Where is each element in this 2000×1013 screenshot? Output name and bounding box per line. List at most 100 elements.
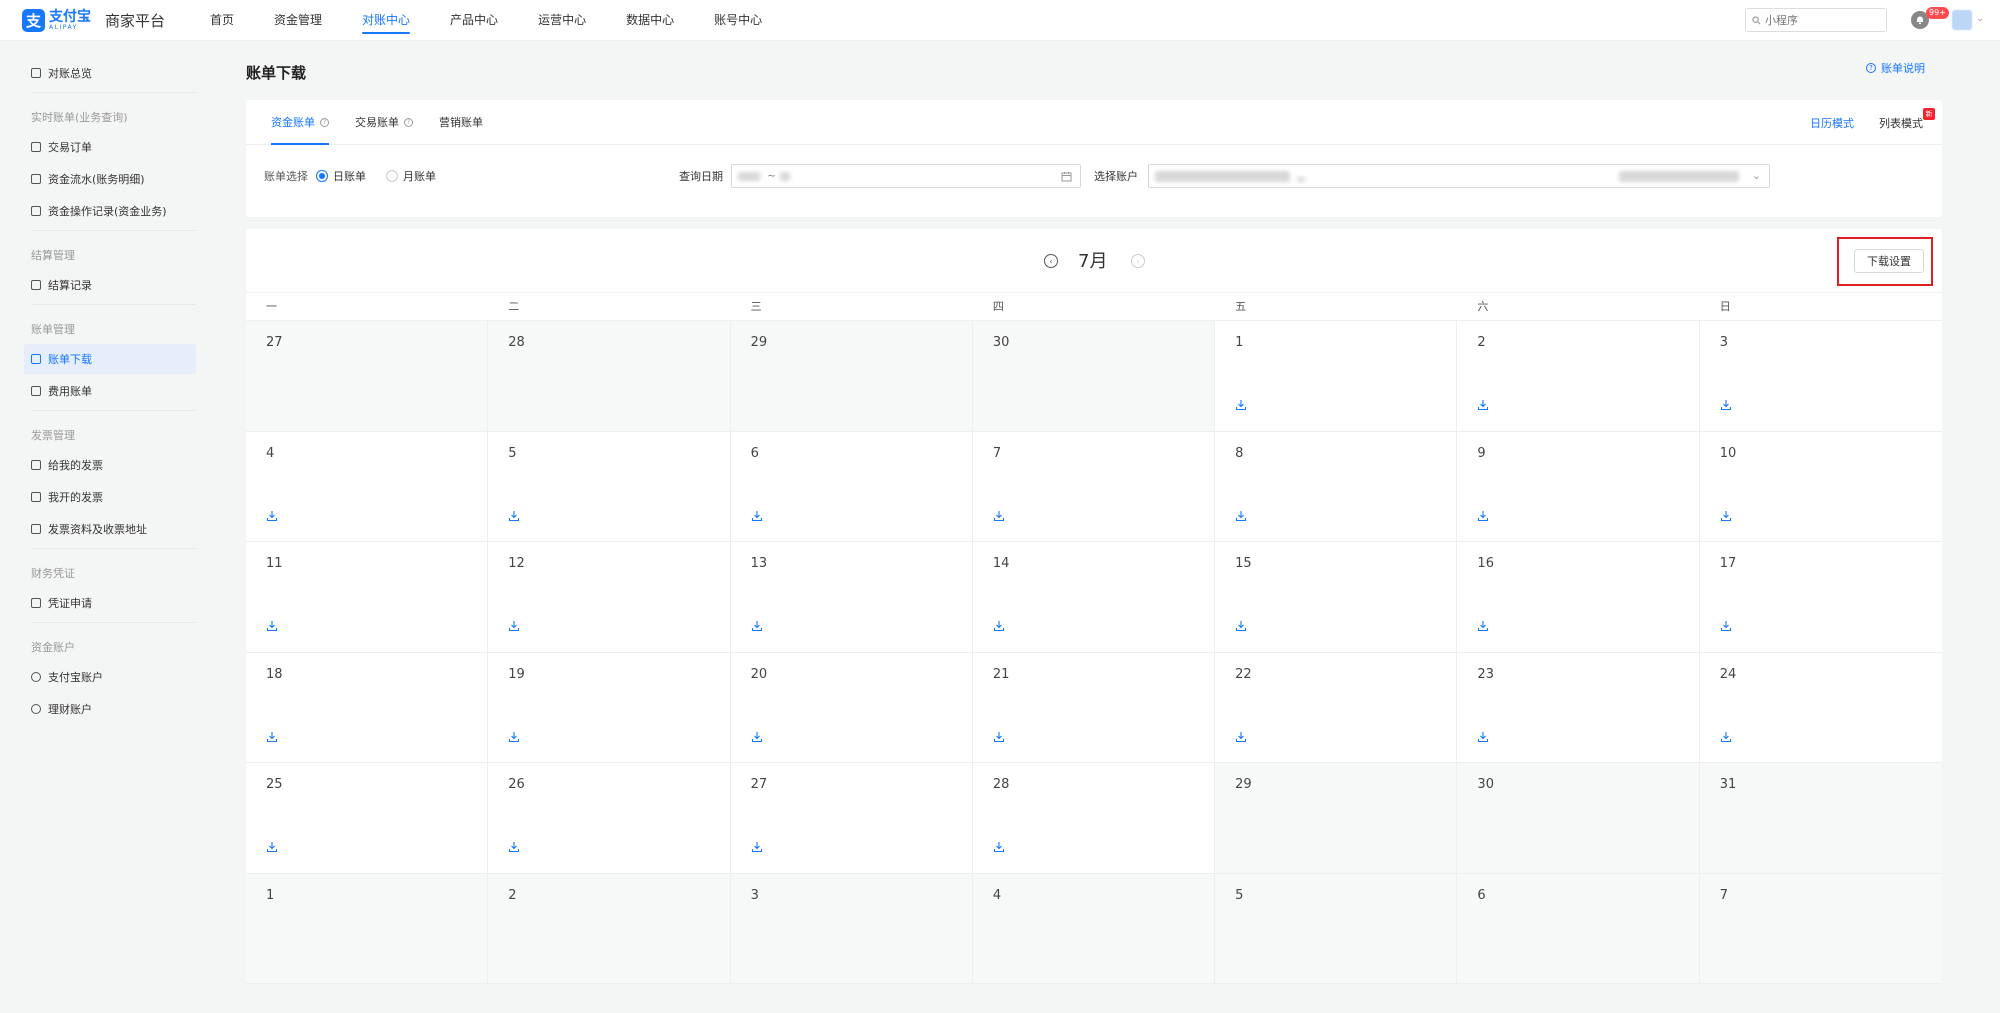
next-month-icon[interactable]: › [1131,254,1145,268]
calendar-day-cell[interactable]: 28 [488,321,731,432]
sidebar-item-fund-operations[interactable]: 资金操作记录(资金业务) [24,196,196,226]
download-icon[interactable] [1235,620,1247,632]
calendar-day-cell[interactable]: 30 [1457,763,1700,874]
nav-home[interactable]: 首页 [190,0,254,41]
bill-help-link[interactable]: ? 账单说明 [1866,60,1925,76]
calendar-day-cell[interactable]: 29 [1215,763,1458,874]
sidebar-item-invoices-issued[interactable]: 我开的发票 [24,482,196,512]
tab-fund-bills[interactable]: 资金账单? [271,100,329,145]
download-icon[interactable] [1720,620,1732,632]
tab-trade-bills[interactable]: 交易账单? [355,100,413,145]
download-icon[interactable] [993,841,1005,853]
nav-reconciliation-center[interactable]: 对账中心 [342,0,430,41]
calendar-day-cell[interactable]: 19 [488,652,731,763]
calendar-day-cell[interactable]: 10 [1699,431,1942,542]
download-icon[interactable] [508,620,520,632]
nav-product-center[interactable]: 产品中心 [430,0,518,41]
calendar-day-cell[interactable]: 13 [730,542,973,653]
download-icon[interactable] [1235,510,1247,522]
download-icon[interactable] [1477,510,1489,522]
sidebar-item-bill-download[interactable]: 账单下载 [24,344,196,374]
sidebar-item-alipay-account[interactable]: 支付宝账户 [24,662,196,692]
download-icon[interactable] [993,620,1005,632]
prev-month-icon[interactable]: ‹ [1044,254,1058,268]
download-icon[interactable] [993,731,1005,743]
calendar-day-cell[interactable]: 2 [488,873,731,984]
download-icon[interactable] [508,510,520,522]
sidebar-item-invoices-received[interactable]: 给我的发票 [24,450,196,480]
download-icon[interactable] [266,510,278,522]
search-input[interactable] [1765,13,1875,27]
download-icon[interactable] [1235,731,1247,743]
sidebar-item-overview[interactable]: 对账总览 [24,58,196,88]
calendar-day-cell[interactable]: 12 [488,542,731,653]
calendar-day-cell[interactable]: 21 [972,652,1216,763]
calendar-day-cell[interactable]: 8 [1215,431,1458,542]
calendar-day-cell[interactable]: 14 [972,542,1216,653]
calendar-day-cell[interactable]: 29 [730,321,973,432]
avatar[interactable] [1952,10,1972,30]
sidebar-item-fund-flow[interactable]: 资金流水(账务明细) [24,164,196,194]
calendar-day-cell[interactable]: 3 [730,873,973,984]
calendar-mode-link[interactable]: 日历模式 [1810,115,1854,131]
calendar-day-cell[interactable]: 24 [1699,652,1942,763]
calendar-day-cell[interactable]: 7 [1699,873,1942,984]
sidebar-item-wealth-account[interactable]: 理财账户 [24,694,196,724]
calendar-day-cell[interactable]: 16 [1457,542,1700,653]
calendar-day-cell[interactable]: 28 [972,763,1216,874]
download-icon[interactable] [266,841,278,853]
list-mode-link[interactable]: 列表模式 [1879,115,1923,131]
calendar-day-cell[interactable]: 4 [972,873,1216,984]
download-icon[interactable] [508,731,520,743]
calendar-day-cell[interactable]: 20 [730,652,973,763]
calendar-day-cell[interactable]: 3 [1699,321,1942,432]
calendar-day-cell[interactable]: 27 [730,763,973,874]
download-icon[interactable] [1477,731,1489,743]
account-select[interactable]: ⌄ [1148,164,1770,188]
calendar-day-cell[interactable]: 26 [488,763,731,874]
download-icon[interactable] [751,620,763,632]
calendar-day-cell[interactable]: 11 [246,542,489,653]
calendar-day-cell[interactable]: 5 [1215,873,1458,984]
sidebar-item-fee-bills[interactable]: 费用账单 [24,376,196,406]
calendar-day-cell[interactable]: 6 [1457,873,1700,984]
calendar-day-cell[interactable]: 2 [1457,321,1700,432]
calendar-day-cell[interactable]: 30 [972,321,1216,432]
download-icon[interactable] [1720,731,1732,743]
alipay-logo[interactable]: 支 支付宝 ALIPAY 商家平台 [22,8,165,32]
download-icon[interactable] [266,731,278,743]
calendar-day-cell[interactable]: 9 [1457,431,1700,542]
calendar-day-cell[interactable]: 4 [246,431,489,542]
download-icon[interactable] [751,731,763,743]
calendar-day-cell[interactable]: 15 [1215,542,1458,653]
calendar-day-cell[interactable]: 25 [246,763,489,874]
calendar-day-cell[interactable]: 31 [1699,763,1942,874]
nav-fund-management[interactable]: 资金管理 [254,0,342,41]
chevron-down-icon[interactable]: ⌄ [1976,13,1984,24]
download-icon[interactable] [1477,399,1489,411]
monthly-radio[interactable]: 月账单 [386,168,436,184]
calendar-day-cell[interactable]: 6 [730,431,973,542]
calendar-day-cell[interactable]: 23 [1457,652,1700,763]
calendar-day-cell[interactable]: 27 [246,321,489,432]
tab-marketing-bills[interactable]: 营销账单 [439,100,483,145]
calendar-day-cell[interactable]: 1 [246,873,489,984]
download-icon[interactable] [266,620,278,632]
download-icon[interactable] [1720,510,1732,522]
calendar-day-cell[interactable]: 7 [972,431,1216,542]
download-icon[interactable] [993,510,1005,522]
sidebar-item-voucher-apply[interactable]: 凭证申请 [24,588,196,618]
calendar-day-cell[interactable]: 22 [1215,652,1458,763]
search-box[interactable] [1745,8,1887,32]
sidebar-item-invoice-info[interactable]: 发票资料及收票地址 [24,514,196,544]
download-icon[interactable] [1477,620,1489,632]
download-icon[interactable] [751,841,763,853]
calendar-day-cell[interactable]: 1 [1215,321,1458,432]
download-icon[interactable] [1720,399,1732,411]
sidebar-item-settlement-records[interactable]: 结算记录 [24,270,196,300]
sidebar-item-trade-orders[interactable]: 交易订单 [24,132,196,162]
nav-operation-center[interactable]: 运营中心 [518,0,606,41]
calendar-day-cell[interactable]: 18 [246,652,489,763]
download-icon[interactable] [508,841,520,853]
daily-radio[interactable]: 日账单 [316,168,366,184]
